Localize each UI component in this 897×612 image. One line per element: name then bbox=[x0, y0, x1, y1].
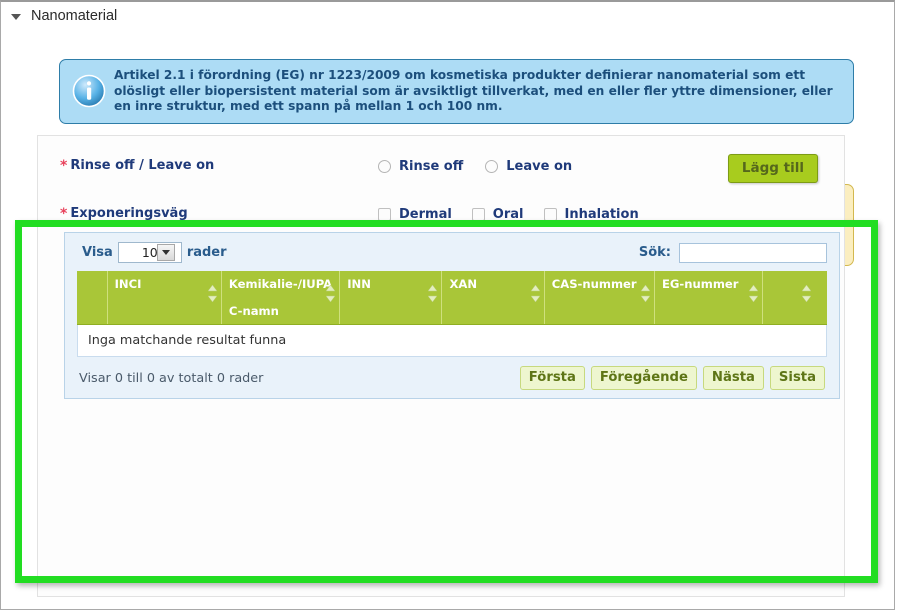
sort-icon[interactable] bbox=[641, 285, 650, 302]
sort-icon[interactable] bbox=[326, 285, 336, 302]
page-title: Nanomaterial bbox=[31, 8, 118, 24]
search-input[interactable] bbox=[679, 242, 827, 263]
column-header-kemikalie-iupac[interactable]: Kemikalie-/IUPA C-namn bbox=[221, 271, 341, 325]
search-label: Sök: bbox=[638, 245, 671, 260]
page-length-suffix: rader bbox=[186, 245, 227, 260]
info-banner-text: Artikel 2.1 i förordning (EG) nr 1223/20… bbox=[114, 68, 833, 113]
exposure-route-label: Exponeringsväg bbox=[70, 206, 188, 221]
pagination-first[interactable]: Första bbox=[519, 366, 585, 390]
page-frame: Nanomaterial Artikel 2.1 i förordning (E… bbox=[0, 0, 895, 610]
radio-leave-on-label: Leave on bbox=[506, 158, 573, 174]
exposure-route-row: * Exponeringsväg Dermal Oral Inhalation bbox=[60, 206, 855, 222]
info-icon bbox=[72, 74, 106, 108]
nanomaterial-datatable: Visa 10 rader Sök: INCI Kemikalie-/IUPA … bbox=[64, 232, 840, 399]
column-header-eg-nummer[interactable]: EG-nummer bbox=[654, 271, 764, 325]
pagination-last[interactable]: Sista bbox=[769, 366, 825, 390]
pagination-previous[interactable]: Föregående bbox=[590, 366, 697, 390]
nanomaterial-panel: Artikel 2.1 i förordning (EG) nr 1223/20… bbox=[37, 43, 884, 597]
nanomaterial-form-body: * Rinse off / Leave on Rinse off Leave on… bbox=[37, 135, 845, 597]
column-header-blank bbox=[77, 271, 108, 325]
table-header-row: INCI Kemikalie-/IUPA C-namn INN XAN CAS-… bbox=[77, 271, 827, 325]
results-table: INCI Kemikalie-/IUPA C-namn INN XAN CAS-… bbox=[77, 271, 827, 325]
pagination: Första Föregående Nästa Sista bbox=[519, 366, 825, 390]
column-header-xan[interactable]: XAN bbox=[441, 271, 545, 325]
chevron-down-icon[interactable] bbox=[11, 14, 21, 20]
page-length-select[interactable]: 10 bbox=[117, 242, 182, 263]
datatable-controls: Visa 10 rader Sök: bbox=[77, 242, 827, 263]
checkbox-inhalation[interactable] bbox=[543, 207, 557, 221]
section-header[interactable]: Nanomaterial bbox=[11, 8, 117, 24]
required-asterisk: * bbox=[60, 158, 68, 174]
checkbox-inhalation-label: Inhalation bbox=[564, 206, 639, 222]
checkbox-oral[interactable] bbox=[471, 207, 485, 221]
search-control: Sök: bbox=[638, 242, 827, 263]
checkbox-dermal-label: Dermal bbox=[399, 206, 452, 222]
datatable-footer: Visar 0 till 0 av totalt 0 rader Första … bbox=[77, 366, 827, 390]
table-empty-message: Inga matchande resultat funna bbox=[77, 325, 827, 357]
page-length-prefix: Visa bbox=[82, 245, 113, 260]
chevron-down-icon[interactable] bbox=[156, 244, 175, 261]
checkbox-oral-label: Oral bbox=[492, 206, 524, 222]
table-info-text: Visar 0 till 0 av totalt 0 rader bbox=[79, 370, 264, 386]
sort-icon[interactable] bbox=[207, 285, 217, 302]
column-header-actions[interactable] bbox=[762, 271, 827, 325]
sort-icon[interactable] bbox=[749, 285, 759, 302]
pagination-next[interactable]: Nästa bbox=[702, 366, 764, 390]
checkbox-dermal[interactable] bbox=[378, 207, 391, 221]
radio-rinse-off[interactable] bbox=[378, 159, 391, 173]
sort-icon[interactable] bbox=[428, 285, 438, 302]
radio-leave-on[interactable] bbox=[485, 159, 499, 173]
info-banner: Artikel 2.1 i förordning (EG) nr 1223/20… bbox=[59, 59, 854, 124]
required-asterisk: * bbox=[60, 206, 68, 222]
rinse-leave-label: Rinse off / Leave on bbox=[70, 158, 215, 173]
sort-icon[interactable] bbox=[530, 285, 540, 302]
add-button[interactable]: Lägg till bbox=[727, 154, 818, 183]
page-length-value: 10 bbox=[141, 245, 158, 260]
radio-rinse-off-label: Rinse off bbox=[399, 158, 464, 174]
column-header-cas-nummer[interactable]: CAS-nummer bbox=[544, 271, 656, 325]
sort-icon[interactable] bbox=[802, 285, 811, 302]
column-header-inci[interactable]: INCI bbox=[107, 271, 222, 325]
column-header-inn[interactable]: INN bbox=[339, 271, 443, 325]
page-length-control: Visa 10 rader bbox=[77, 242, 232, 263]
